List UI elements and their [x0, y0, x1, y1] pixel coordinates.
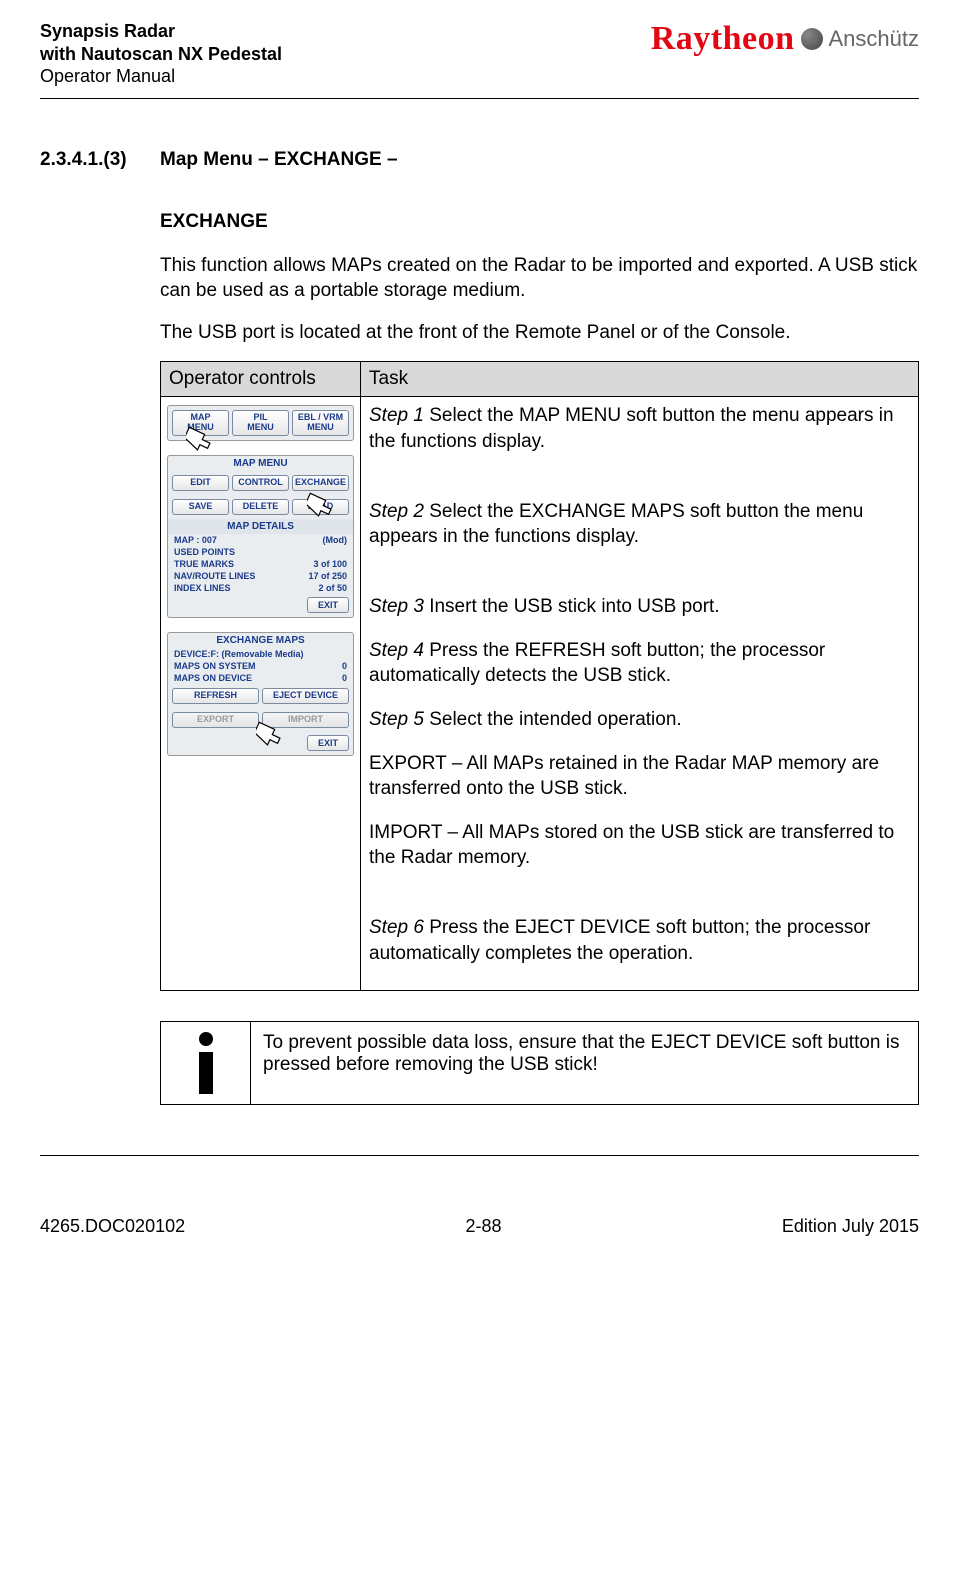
- operator-task-table: Operator controls Task MAP MENU PIL MENU…: [160, 361, 919, 991]
- logo-globe-icon: [801, 28, 823, 50]
- map-menu-title: MAP MENU: [168, 456, 353, 471]
- page-header: Synapsis Radar with Nautoscan NX Pedesta…: [40, 20, 919, 88]
- map-menu-panel: MAP MENU EDIT CONTROL EXCHANGE SAVE DELE…: [167, 455, 354, 618]
- step-1: Step 1 Select the MAP MENU soft button t…: [369, 403, 910, 454]
- spacer: [369, 889, 910, 897]
- exchange-detail-row: DEVICE:F: (Removable Media): [168, 648, 353, 660]
- header-line2: with Nautoscan NX Pedestal: [40, 43, 282, 66]
- exchange-maps-title: EXCHANGE MAPS: [168, 633, 353, 648]
- intro-paragraph-1: This function allows MAPs created on the…: [160, 253, 919, 304]
- header-left: Synapsis Radar with Nautoscan NX Pedesta…: [40, 20, 282, 88]
- eject-device-button[interactable]: EJECT DEVICE: [262, 688, 349, 704]
- footer-right: Edition July 2015: [782, 1216, 919, 1237]
- footer-rule: [40, 1155, 919, 1156]
- page-footer: 4265.DOC020102 2-88 Edition July 2015: [40, 1216, 919, 1237]
- map-detail-row: TRUE MARKS3 of 100: [168, 558, 353, 570]
- logo: Raytheon Anschütz: [651, 20, 919, 58]
- info-icon-cell: [161, 1022, 251, 1105]
- step-5: Step 5 Select the intended operation.: [369, 707, 910, 733]
- map-detail-row: INDEX LINES2 of 50: [168, 582, 353, 594]
- operator-controls-cell: MAP MENU PIL MENU EBL / VRM MENU MAP MEN…: [161, 397, 361, 991]
- map-detail-row: USED POINTS: [168, 546, 353, 558]
- header-rule: [40, 98, 919, 99]
- footer-left: 4265.DOC020102: [40, 1216, 185, 1237]
- exchange-button[interactable]: EXCHANGE: [292, 475, 349, 491]
- info-icon: [173, 1032, 238, 1094]
- import-description: IMPORT – All MAPs stored on the USB stic…: [369, 820, 910, 871]
- exchange-detail-row: MAPS ON DEVICE0: [168, 672, 353, 684]
- note-text: To prevent possible data loss, ensure th…: [251, 1022, 919, 1105]
- pointer-arrow-icon: [256, 719, 296, 759]
- header-line1: Synapsis Radar: [40, 20, 282, 43]
- exchange-detail-row: MAPS ON SYSTEM0: [168, 660, 353, 672]
- menu-buttons-panel: MAP MENU PIL MENU EBL / VRM MENU: [167, 405, 354, 441]
- ebl-vrm-menu-button[interactable]: EBL / VRM MENU: [292, 410, 349, 436]
- pil-menu-button[interactable]: PIL MENU: [232, 410, 289, 436]
- exit-button[interactable]: EXIT: [307, 735, 349, 751]
- step-6: Step 6 Press the EJECT DEVICE soft butto…: [369, 915, 910, 966]
- table-header-operator: Operator controls: [161, 362, 361, 397]
- logo-brand: Raytheon: [651, 20, 795, 58]
- spacer: [369, 568, 910, 576]
- exchange-maps-panel: EXCHANGE MAPS DEVICE:F: (Removable Media…: [167, 632, 354, 756]
- header-line3: Operator Manual: [40, 65, 282, 88]
- task-cell: Step 1 Select the MAP MENU soft button t…: [361, 397, 919, 991]
- section-heading: 2.3.4.1.(3) Map Menu – EXCHANGE –: [40, 149, 919, 171]
- spacer: [369, 473, 910, 481]
- map-detail-row: MAP : 007(Mod): [168, 534, 353, 546]
- table-header-task: Task: [361, 362, 919, 397]
- step-4: Step 4 Press the REFRESH soft button; th…: [369, 638, 910, 689]
- note-table: To prevent possible data loss, ensure th…: [160, 1021, 919, 1105]
- step-2: Step 2 Select the EXCHANGE MAPS soft but…: [369, 499, 910, 550]
- delete-button[interactable]: DELETE: [232, 499, 289, 515]
- exchange-heading: EXCHANGE: [160, 211, 919, 233]
- control-button[interactable]: CONTROL: [232, 475, 289, 491]
- save-button[interactable]: SAVE: [172, 499, 229, 515]
- edit-button[interactable]: EDIT: [172, 475, 229, 491]
- footer-center: 2-88: [465, 1216, 501, 1237]
- export-button[interactable]: EXPORT: [172, 712, 259, 728]
- step-3: Step 3 Insert the USB stick into USB por…: [369, 594, 910, 620]
- content-block: EXCHANGE This function allows MAPs creat…: [160, 211, 919, 1106]
- intro-paragraph-2: The USB port is located at the front of …: [160, 320, 919, 346]
- map-detail-row: NAV/ROUTE LINES17 of 250: [168, 570, 353, 582]
- logo-sub: Anschütz: [829, 26, 920, 52]
- pointer-arrow-icon: [307, 490, 347, 530]
- exit-button[interactable]: EXIT: [307, 597, 349, 613]
- section-title: Map Menu – EXCHANGE –: [160, 149, 398, 171]
- section-number: 2.3.4.1.(3): [40, 149, 140, 171]
- export-description: EXPORT – All MAPs retained in the Radar …: [369, 751, 910, 802]
- refresh-button[interactable]: REFRESH: [172, 688, 259, 704]
